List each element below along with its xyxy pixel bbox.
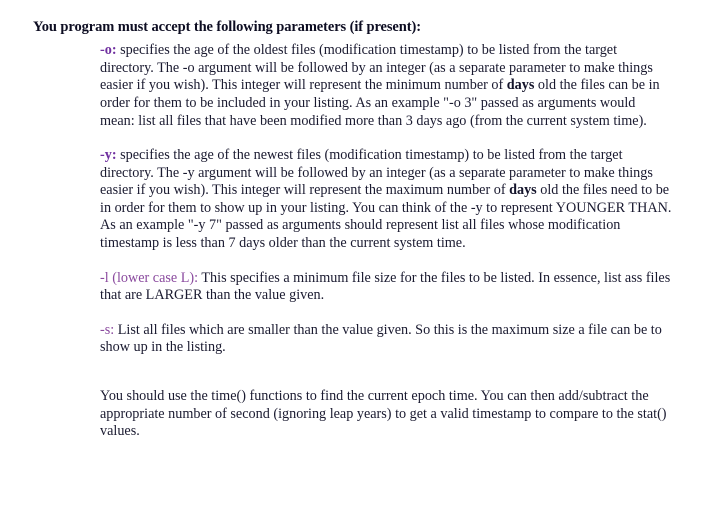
parameter-emphasis-days-oldest: days [506,77,535,94]
parameter-flag-oldest: -o: [100,42,117,59]
parameter-item-newest: -y: specifies the age of the newest file… [100,147,672,253]
page-title: You program must accept the following pa… [33,19,421,35]
parameter-text-maxsize: List all files which are smaller than th… [100,321,662,356]
parameter-item-oldest: -o: specifies the age of the oldest file… [100,42,672,130]
parameter-item-maxsize: -s: List all files which are smaller tha… [100,322,672,357]
document-page: You program must accept the following pa… [0,0,702,507]
closing-note: You should use the time() functions to f… [100,388,667,440]
parameter-flag-newest: -y: [100,147,117,164]
parameter-flag-minsize: -l (lower case L): [100,269,199,286]
parameter-list: -o: specifies the age of the oldest file… [100,42,672,441]
parameter-emphasis-days-newest: days [509,182,537,199]
parameter-item-minsize: -l (lower case L): This specifies a mini… [100,270,672,305]
parameter-flag-maxsize: -s: [100,321,115,338]
